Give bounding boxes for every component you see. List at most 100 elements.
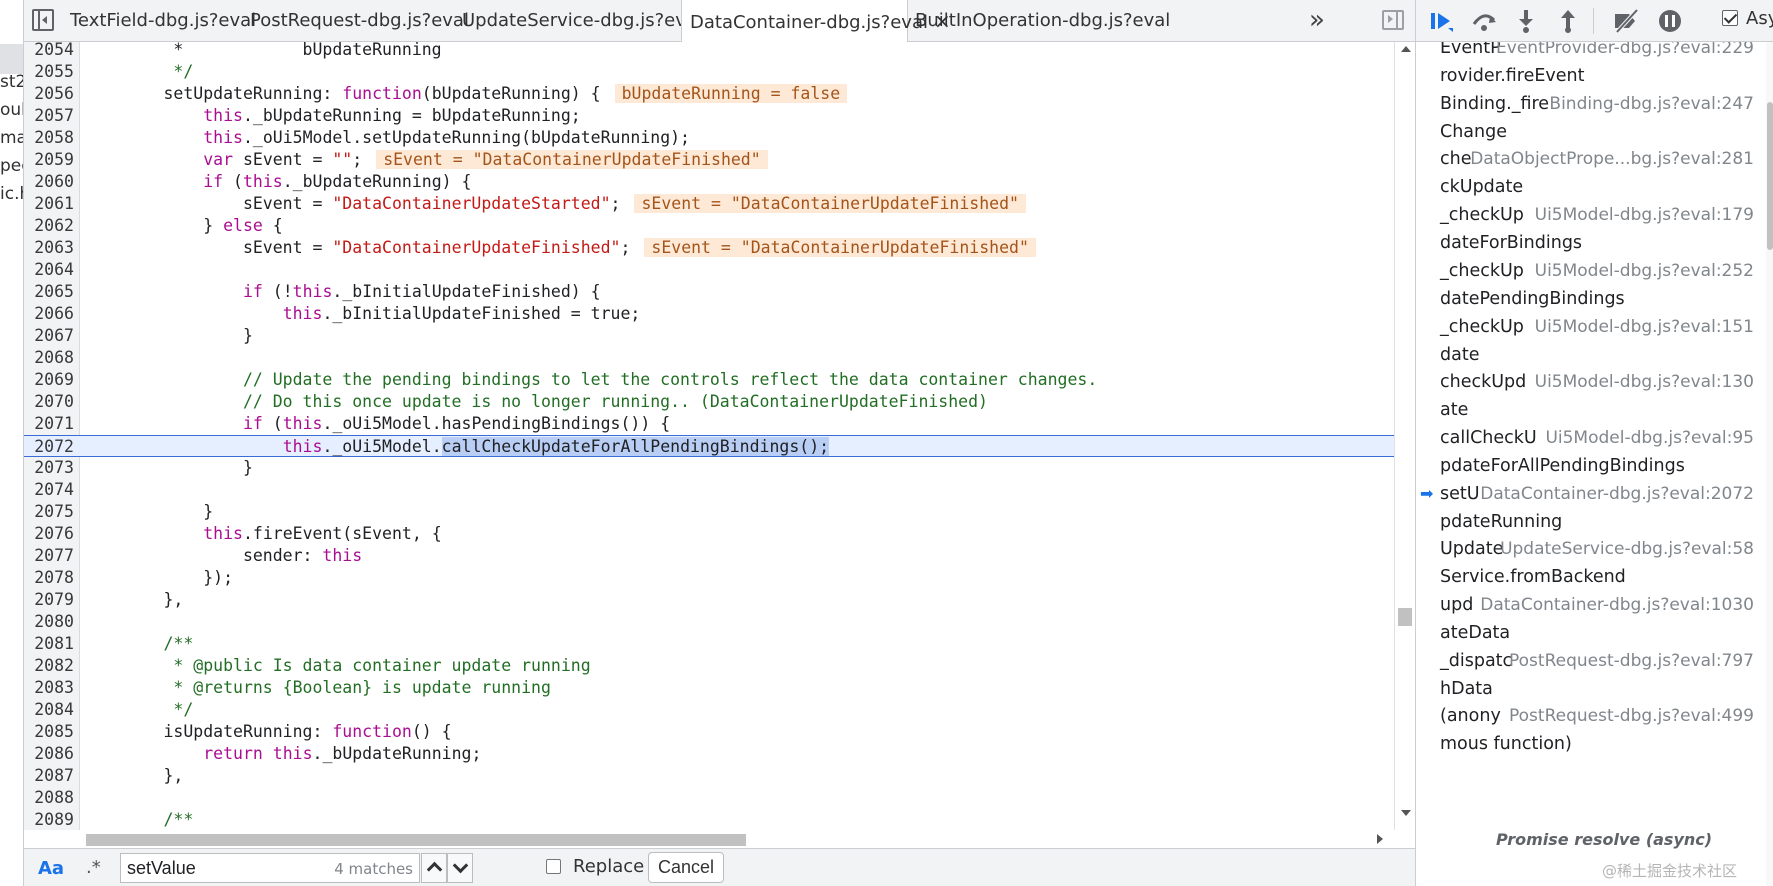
replace-checkbox[interactable]	[546, 859, 561, 874]
line-number[interactable]: 2084	[24, 699, 74, 721]
code-line[interactable]: 2067 }	[24, 325, 1394, 347]
line-number[interactable]: 2070	[24, 391, 74, 413]
scroll-up-icon[interactable]	[1401, 46, 1411, 52]
line-number[interactable]: 2060	[24, 171, 74, 193]
call-frame[interactable]: che DataObjectPrope...bg.js?eval:281 ckUpd…	[1416, 141, 1766, 204]
line-number[interactable]: 2087	[24, 765, 74, 787]
call-frame-current[interactable]: ➡ setU DataContainer-dbg.js?eval:2072 pdate…	[1416, 476, 1766, 539]
call-frame[interactable]: _dispatc PostRequest-dbg.js?eval:797 hData	[1416, 643, 1766, 706]
deactivate-breakpoints-icon[interactable]	[1612, 8, 1640, 34]
code-line[interactable]: 2079 },	[24, 589, 1394, 611]
call-frame[interactable]: _checkUp Ui5Model-dbg.js?eval:252 datePend…	[1416, 253, 1766, 316]
code-line[interactable]: 2070 // Do this once update is no longer…	[24, 391, 1394, 413]
code-line[interactable]: 2056 setUpdateRunning: function(bUpdateR…	[24, 83, 1394, 105]
line-number[interactable]: 2068	[24, 347, 74, 369]
line-number[interactable]: 2077	[24, 545, 74, 567]
line-number[interactable]: 2085	[24, 721, 74, 743]
current-execution-line[interactable]: 2072 this._oUi5Model.callCheckUpdateForA…	[24, 435, 1394, 457]
code-line[interactable]: 2060 if (this._bUpdateRunning) {	[24, 171, 1394, 193]
tab-postrequest[interactable]: PostRequest-dbg.js?eval	[250, 0, 469, 42]
scrollbar-thumb[interactable]	[1398, 608, 1412, 626]
navigator-item-fragment[interactable]: ic.h	[0, 184, 23, 204]
line-number[interactable]: 2059	[24, 149, 74, 171]
call-frame[interactable]: callCheckU Ui5Model-dbg.js?eval:95 pdateFo…	[1416, 420, 1766, 483]
match-case-toggle[interactable]: Aa	[38, 858, 64, 879]
line-number[interactable]: 2062	[24, 215, 74, 237]
call-frame[interactable]: _checkUp Ui5Model-dbg.js?eval:151 date	[1416, 309, 1766, 372]
code-line[interactable]: 2082 * @public Is data container update …	[24, 655, 1394, 677]
toggle-navigator-icon[interactable]	[32, 9, 54, 31]
regex-toggle[interactable]: .*	[86, 857, 101, 878]
code-line[interactable]: 2065 if (!this._bInitialUpdateFinished) …	[24, 281, 1394, 303]
navigator-item-fragment[interactable]: oub	[0, 100, 23, 120]
code-editor[interactable]: 2054 * bUpdateRunning 2055 */2056 setUpda…	[24, 42, 1394, 830]
code-line[interactable]: 2077 sender: this	[24, 545, 1394, 567]
line-number[interactable]: 2089	[24, 809, 74, 830]
code-line[interactable]: 2059 var sEvent = ""; sEvent = "DataConta…	[24, 149, 1394, 171]
navigator-item-fragment[interactable]: st2	[0, 72, 23, 92]
line-number[interactable]: 2071	[24, 413, 74, 435]
code-line[interactable]: 2054 * bUpdateRunning	[24, 42, 1394, 61]
next-match-button[interactable]	[447, 853, 473, 883]
navigator-item-fragment[interactable]: ma	[0, 128, 23, 148]
line-number[interactable]: 2055	[24, 61, 74, 83]
line-number[interactable]: 2072	[24, 436, 74, 458]
code-line[interactable]: 2086 return this._bUpdateRunning;	[24, 743, 1394, 765]
code-line[interactable]: 2074	[24, 479, 1394, 501]
line-number[interactable]: 2057	[24, 105, 74, 127]
resume-icon[interactable]	[1428, 8, 1456, 34]
call-stack-scrollbar[interactable]	[1766, 42, 1773, 886]
scroll-down-icon[interactable]	[1401, 810, 1411, 816]
code-line[interactable]: 2087 },	[24, 765, 1394, 787]
editor-vertical-scrollbar[interactable]	[1394, 42, 1415, 830]
editor-horizontal-scrollbar[interactable]	[80, 830, 1395, 848]
code-line[interactable]: 2085 isUpdateRunning: function() {	[24, 721, 1394, 743]
navigator-selected-item[interactable]	[0, 44, 23, 74]
more-tabs-icon[interactable]: »	[1309, 2, 1325, 38]
code-line[interactable]: 2062 } else {	[24, 215, 1394, 237]
line-number[interactable]: 2078	[24, 567, 74, 589]
scrollbar-thumb[interactable]	[1767, 102, 1773, 250]
call-frame[interactable]: upd DataContainer-dbg.js?eval:1030 ateData	[1416, 587, 1766, 650]
line-number[interactable]: 2064	[24, 259, 74, 281]
line-number[interactable]: 2063	[24, 237, 74, 259]
code-line[interactable]: 2066 this._bInitialUpdateFinished = true…	[24, 303, 1394, 325]
step-out-icon[interactable]	[1554, 8, 1582, 34]
code-line[interactable]: 2057 this._bUpdateRunning = bUpdateRunni…	[24, 105, 1394, 127]
previous-match-button[interactable]	[421, 853, 447, 883]
tab-updateservice[interactable]: UpdateService-dbg.js?eval	[462, 0, 702, 42]
step-over-icon[interactable]	[1470, 8, 1498, 34]
line-number[interactable]: 2076	[24, 523, 74, 545]
line-number[interactable]: 2080	[24, 611, 74, 633]
code-line[interactable]: 2071 if (this._oUi5Model.hasPendingBindi…	[24, 413, 1394, 435]
line-number[interactable]: 2074	[24, 479, 74, 501]
code-line[interactable]: 2061 sEvent = "DataContainerUpdateStarte…	[24, 193, 1394, 215]
code-line[interactable]: 2076 this.fireEvent(sEvent, {	[24, 523, 1394, 545]
toggle-debugger-icon[interactable]	[1382, 10, 1404, 30]
line-number[interactable]: 2058	[24, 127, 74, 149]
tab-datacontainer[interactable]: DataContainer-dbg.js?eval ×	[681, 0, 951, 43]
line-number[interactable]: 2082	[24, 655, 74, 677]
tab-builtinoperation[interactable]: BuiltInOperation-dbg.js?eval	[915, 0, 1170, 42]
call-frame[interactable]: _checkUp Ui5Model-dbg.js?eval:179 dateForB…	[1416, 197, 1766, 260]
line-number[interactable]: 2083	[24, 677, 74, 699]
line-number[interactable]: 2079	[24, 589, 74, 611]
scrollbar-thumb[interactable]	[86, 834, 746, 846]
line-number[interactable]: 2056	[24, 83, 74, 105]
code-line[interactable]: 2088	[24, 787, 1394, 809]
code-line[interactable]: 2058 this._oUi5Model.setUpdateRunning(bU…	[24, 127, 1394, 149]
step-into-icon[interactable]	[1512, 8, 1540, 34]
call-frame[interactable]: (anony PostRequest-dbg.js?eval:499 mous fu…	[1416, 698, 1766, 761]
call-frame[interactable]: checkUpd Ui5Model-dbg.js?eval:130 ate	[1416, 364, 1766, 427]
code-line[interactable]: 2064	[24, 259, 1394, 281]
code-line[interactable]: 2078 });	[24, 567, 1394, 589]
code-line[interactable]: 2055 */	[24, 61, 1394, 83]
line-number[interactable]: 2054	[24, 42, 74, 61]
search-input[interactable]	[127, 856, 327, 880]
code-line[interactable]: 2081 /**	[24, 633, 1394, 655]
code-line[interactable]: 2073 }	[24, 457, 1394, 479]
code-line[interactable]: 2080	[24, 611, 1394, 633]
cancel-button[interactable]: Cancel	[648, 852, 724, 883]
line-number[interactable]: 2073	[24, 457, 74, 479]
navigator-item-fragment[interactable]: pec	[0, 156, 23, 176]
